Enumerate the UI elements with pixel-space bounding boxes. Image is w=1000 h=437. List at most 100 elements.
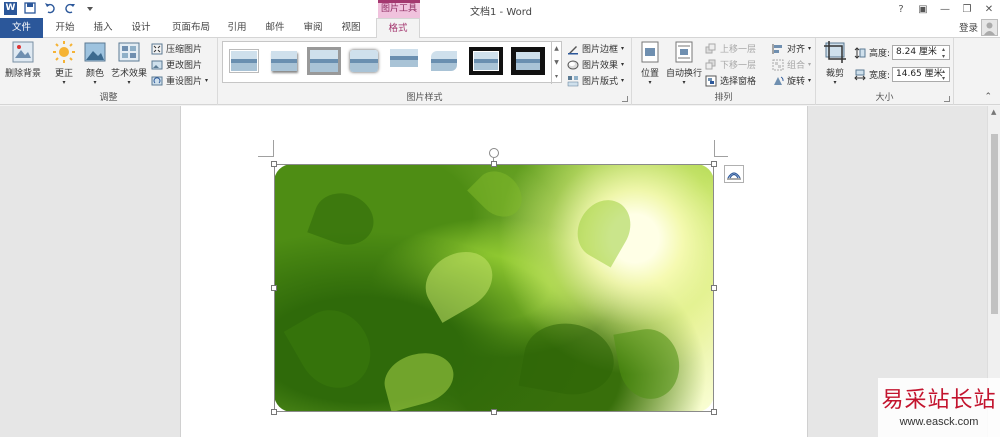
gallery-more-icon[interactable]: ▾ xyxy=(552,70,561,84)
resize-handle-top-right[interactable] xyxy=(711,161,717,167)
sun-icon xyxy=(52,40,76,64)
layout-icon xyxy=(567,75,579,86)
remove-background-button[interactable]: 删除背景 xyxy=(3,40,43,79)
resize-handle-left[interactable] xyxy=(271,285,277,291)
tab-design[interactable]: 设计 xyxy=(126,18,156,38)
artistic-effects-label: 艺术效果 xyxy=(110,69,147,79)
tab-home[interactable]: 开始 xyxy=(50,18,80,38)
crop-button[interactable]: 裁剪 ▾ xyxy=(822,40,848,86)
remove-background-icon xyxy=(11,40,35,64)
avatar[interactable] xyxy=(981,19,998,36)
undo-icon[interactable] xyxy=(43,1,57,15)
resize-handle-right[interactable] xyxy=(711,285,717,291)
resize-handle-bottom-right[interactable] xyxy=(711,409,717,415)
word-logo-icon[interactable]: W xyxy=(4,1,17,15)
wrap-text-button[interactable]: 自动换行 ▾ xyxy=(666,40,702,86)
quick-access-toolbar: W xyxy=(4,1,97,15)
crop-icon xyxy=(823,40,847,64)
resize-handle-bottom[interactable] xyxy=(491,409,497,415)
picture-border-button[interactable]: 图片边框 ▾ xyxy=(567,42,624,55)
position-button[interactable]: 位置 ▾ xyxy=(636,40,664,86)
group-icon xyxy=(772,59,784,70)
gallery-down-icon[interactable]: ▼ xyxy=(552,56,561,70)
tab-references[interactable]: 引用 xyxy=(222,18,252,38)
style-thumb-6[interactable] xyxy=(427,47,461,75)
collapse-ribbon-icon[interactable]: ⌃ xyxy=(984,92,992,102)
style-thumb-8[interactable] xyxy=(511,47,545,75)
save-icon[interactable] xyxy=(23,1,37,15)
rotate-label: 旋转 xyxy=(787,77,806,87)
user-icon xyxy=(984,22,995,35)
selection-pane-label: 选择窗格 xyxy=(720,77,757,87)
picture-effects-label: 图片效果 xyxy=(582,61,619,71)
tab-file[interactable]: 文件 xyxy=(0,18,43,38)
style-thumb-5[interactable] xyxy=(387,47,421,75)
scroll-up-icon[interactable]: ▲ xyxy=(991,108,996,116)
corrections-label: 更正 xyxy=(54,69,73,79)
height-input[interactable]: 8.24 厘米 xyxy=(892,45,950,60)
compress-icon xyxy=(151,43,163,54)
tab-mailings[interactable]: 邮件 xyxy=(260,18,290,38)
color-button[interactable]: 颜色 ▾ xyxy=(82,40,108,86)
close-icon[interactable]: ✕ xyxy=(978,0,1000,18)
tab-page-layout[interactable]: 页面布局 xyxy=(168,18,214,38)
picture-styles-launcher-icon[interactable] xyxy=(622,96,628,102)
compress-pictures-button[interactable]: 压缩图片 xyxy=(151,42,202,55)
artistic-effects-button[interactable]: 艺术效果 ▾ xyxy=(110,40,148,86)
resize-handle-bottom-left[interactable] xyxy=(271,409,277,415)
picture-effects-button[interactable]: 图片效果 ▾ xyxy=(567,58,624,71)
width-input[interactable]: 14.65 厘米 xyxy=(892,67,950,82)
resize-handle-top-left[interactable] xyxy=(271,161,277,167)
redo-icon[interactable] xyxy=(63,1,77,15)
minimize-icon[interactable]: — xyxy=(934,0,956,18)
selection-frame xyxy=(274,164,714,412)
height-icon xyxy=(854,46,866,59)
tab-review[interactable]: 审阅 xyxy=(298,18,328,38)
selection-pane-icon xyxy=(705,75,717,86)
send-backward-button[interactable]: 下移一层 xyxy=(705,58,756,71)
selection-pane-button[interactable]: 选择窗格 xyxy=(705,74,756,87)
corrections-button[interactable]: 更正 ▾ xyxy=(50,40,78,86)
picture-layout-label: 图片版式 xyxy=(582,77,619,87)
reset-picture-label: 重设图片 xyxy=(166,77,203,87)
picture-styles-group-label: 图片样式 xyxy=(406,93,443,103)
reset-picture-button[interactable]: 重设图片 ▾ xyxy=(151,74,208,87)
width-icon xyxy=(854,69,866,80)
picture-layout-button[interactable]: 图片版式 ▾ xyxy=(567,74,624,87)
restore-icon[interactable]: ❐ xyxy=(956,0,978,18)
help-icon[interactable]: ? xyxy=(890,0,912,18)
change-picture-button[interactable]: 更改图片 xyxy=(151,58,202,71)
color-label: 颜色 xyxy=(85,69,104,79)
gallery-scrollbar[interactable]: ▲ ▼ ▾ xyxy=(551,42,561,84)
picture-tools-context-title: 图片工具 xyxy=(378,0,420,18)
size-group-label: 大小 xyxy=(875,93,894,103)
customize-qat-icon[interactable] xyxy=(83,1,97,15)
tab-insert[interactable]: 插入 xyxy=(88,18,118,38)
sign-in-link[interactable]: 登录 xyxy=(959,20,978,34)
align-button[interactable]: 对齐 ▾ xyxy=(772,42,811,55)
bring-forward-button[interactable]: 上移一层 xyxy=(705,42,756,55)
bring-forward-icon xyxy=(705,43,716,53)
rotate-handle-icon[interactable] xyxy=(489,148,499,158)
title-bar: W 图片工具 文档1 - Word ? ▣ — ❐ ✕ xyxy=(0,0,1000,18)
chevron-down-icon: ▾ xyxy=(808,45,812,52)
gallery-up-icon[interactable]: ▲ xyxy=(552,42,561,56)
style-thumb-7[interactable] xyxy=(469,47,503,75)
resize-handle-top[interactable] xyxy=(491,161,497,167)
group-button[interactable]: 组合 ▾ xyxy=(772,58,811,71)
margin-corner-mark xyxy=(258,156,274,157)
tab-format[interactable]: 格式 xyxy=(376,18,420,39)
rotate-button[interactable]: 旋转 ▾ xyxy=(772,74,811,87)
ribbon-display-options-icon[interactable]: ▣ xyxy=(912,0,934,18)
size-launcher-icon[interactable] xyxy=(944,96,950,102)
style-thumb-2[interactable] xyxy=(267,47,301,75)
style-thumb-4[interactable] xyxy=(347,47,381,75)
style-thumb-1[interactable] xyxy=(227,47,261,75)
color-icon xyxy=(83,40,107,64)
size-group: 裁剪 ▾ 高度: 8.24 厘米 宽度: 14.65 厘米 大小 xyxy=(816,38,954,105)
layout-options-button[interactable] xyxy=(724,165,744,183)
watermark-title: 易采站长站 xyxy=(881,388,997,413)
tab-view[interactable]: 视图 xyxy=(336,18,366,38)
scrollbar-thumb[interactable] xyxy=(991,134,998,314)
style-thumb-3[interactable] xyxy=(307,47,341,75)
